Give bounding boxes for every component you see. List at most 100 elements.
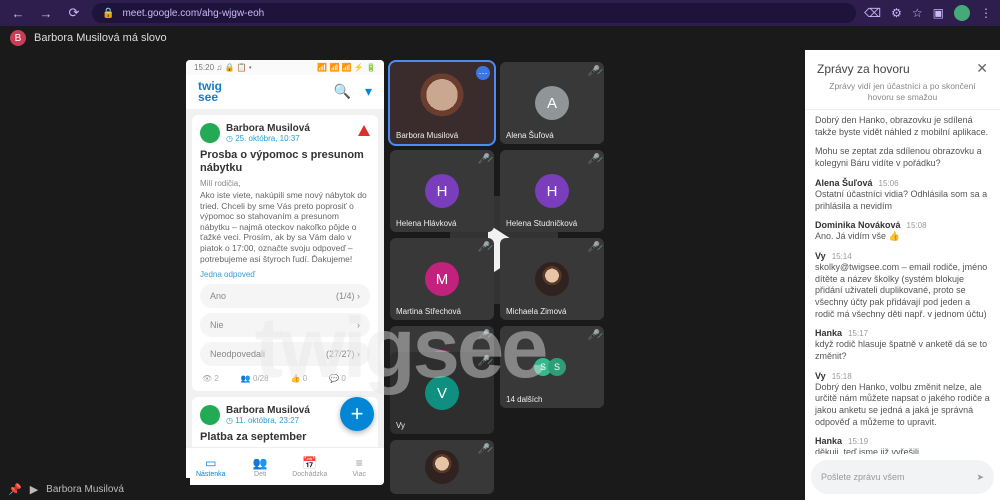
more-icon[interactable]: ⋯	[476, 66, 490, 80]
msg-time: 15:14	[832, 252, 852, 261]
participant-tile[interactable]: 🎤̷ Michaela Zimová	[500, 238, 604, 320]
close-icon[interactable]: ✕	[976, 60, 988, 77]
poll-option-no[interactable]: Nie›	[200, 313, 370, 337]
tile-label: Helena Hlávková	[396, 219, 456, 228]
tile-label: Michaela Zimová	[506, 307, 566, 316]
post-title: Prosba o výpomoc s presunom nábytku	[200, 149, 370, 175]
participant-tile[interactable]: ⋯Barbora Musilová	[390, 62, 494, 144]
comments-icon: 💬 0	[329, 374, 346, 383]
chat-input[interactable]: Pošlete zprávu všem ➤	[811, 460, 994, 494]
msg-time: 15:08	[907, 221, 927, 230]
post-body: Ako iste viete, nakúpili sme nový nábyto…	[200, 190, 370, 264]
phone-status-right: 📶 📶 📶 ⚡ 🔋	[317, 63, 376, 72]
present-icon[interactable]: ▣	[933, 6, 944, 20]
participant-tile[interactable]: 🎤̷	[390, 440, 494, 494]
reload-icon[interactable]: ⟳	[64, 3, 84, 23]
bookmark-icon[interactable]: ☆	[912, 6, 923, 20]
chat-message: Vy 15:14skolky@twigsee.com – email rodiče…	[815, 251, 990, 320]
self-tile[interactable]: V Vy 🎤̷	[390, 352, 494, 434]
participant-tile[interactable]: H🎤̷Helena Studničková	[500, 150, 604, 232]
browser-bar: ← → ⟳ 🔒 meet.google.com/ahg-wjgw-eoh ⌫ ⚙…	[0, 0, 1000, 26]
tile-label: Alena Šuľová	[506, 131, 554, 140]
mic-muted-icon: 🎤̷	[478, 154, 490, 165]
profile-avatar[interactable]	[954, 5, 970, 21]
chat-panel: Zprávy za hovoru ✕ Zprávy vidí jen účast…	[805, 50, 1000, 500]
chat-messages: Dobrý den Hanko, obrazovku je sdílená ta…	[805, 110, 1000, 454]
chat-message: Mohu se zeptat zda sdílenou obrazovku a …	[815, 146, 990, 169]
mic-muted-icon: 🎤̷	[588, 154, 600, 165]
menu-icon[interactable]: ⋮	[980, 6, 992, 20]
msg-author: Vy	[815, 251, 826, 261]
post-card[interactable]: Barbora Musilová ◷ 25. októbra, 10:37 Pr…	[192, 115, 378, 392]
filter-icon[interactable]: ▾	[365, 83, 372, 100]
msg-author: Vy	[815, 371, 826, 381]
msg-body: Ostatní účastníci vidia? Odhlásila som s…	[815, 189, 990, 212]
participant-tile[interactable]: SS🎤̷14 dalších	[500, 326, 604, 408]
msg-time: 15:18	[832, 372, 852, 381]
chat-message: Vy15:18Dobrý den Hanko, volbu změnit nel…	[815, 371, 990, 429]
extensions-icon[interactable]: ⚙	[891, 6, 902, 20]
mic-muted-icon: 🎤̷	[478, 356, 490, 367]
bottom-tabs: ▭Nástenka 👥Deti 📅Dochádzka ≡Viac	[186, 447, 384, 485]
people-icon: 👥 0/28	[241, 374, 269, 383]
back-icon[interactable]: ←	[8, 3, 28, 23]
participant-tile[interactable]: A 🎤̷ Alena Šuľová	[500, 62, 604, 144]
mic-muted-icon: 🎤̷	[478, 444, 490, 455]
search-icon[interactable]: 🔍	[334, 83, 351, 100]
tab-dochadzka[interactable]: 📅Dochádzka	[285, 448, 335, 485]
poll-option-yes[interactable]: Ano(1/4) ›	[200, 284, 370, 308]
chat-notice: Zprávy vidí jen účastníci a po skončení …	[805, 81, 1000, 110]
browser-actions: ⌫ ⚙ ☆ ▣ ⋮	[864, 5, 992, 21]
phone-status-left: 15:20 ♫ 🔒 📋 •	[194, 63, 252, 72]
app-logo: twigsee	[198, 81, 222, 103]
url-bar[interactable]: 🔒 meet.google.com/ahg-wjgw-eoh	[92, 3, 856, 23]
chat-message: Hanka15:19děkuji, teď jsme již vyřešili	[815, 436, 990, 454]
forward-icon[interactable]: →	[36, 3, 56, 23]
participant-avatar: H	[535, 174, 569, 208]
present-icon[interactable]: ▶	[30, 483, 38, 496]
author-avatar	[200, 405, 220, 425]
shared-screen-phone: 15:20 ♫ 🔒 📋 • 📶 📶 📶 ⚡ 🔋 twigsee 🔍 ▾	[186, 60, 384, 485]
tab-nastenka[interactable]: ▭Nástenka	[186, 448, 236, 485]
mic-muted-icon: 🎤̷	[588, 66, 600, 77]
reply-link[interactable]: Jedna odpoveď	[200, 270, 370, 279]
msg-time: 15:06	[879, 179, 899, 188]
tab-deti[interactable]: 👥Deti	[236, 448, 286, 485]
mic-muted-icon: 🎤̷	[588, 242, 600, 253]
likes-icon: 👍 0	[291, 374, 308, 383]
post-title: Platba za september	[200, 431, 370, 444]
msg-author: Hanka	[815, 328, 842, 338]
speaking-banner: B Barbora Musilová má slovo	[0, 26, 1000, 50]
tile-label: Vy	[396, 421, 405, 430]
mic-muted-icon: 🎤̷	[478, 242, 490, 253]
send-icon[interactable]: ➤	[976, 472, 984, 483]
participant-tile[interactable]: M🎤̷Martina Střechová	[390, 238, 494, 320]
alert-icon	[358, 125, 370, 136]
overflow-avatars: SS	[538, 358, 566, 376]
url-text: meet.google.com/ahg-wjgw-eoh	[122, 8, 264, 19]
stage: 15:20 ♫ 🔒 📋 • 📶 📶 📶 ⚡ 🔋 twigsee 🔍 ▾	[0, 50, 805, 500]
chat-placeholder: Pošlete zprávu všem	[821, 472, 905, 482]
participant-photo	[425, 450, 459, 484]
msg-body: skolky@twigsee.com – email rodiče, jméno…	[815, 262, 990, 320]
author-name: Barbora Musilová	[226, 405, 310, 416]
msg-body: Mohu se zeptat zda sdílenou obrazovku a …	[815, 146, 990, 169]
msg-body: když rodič hlasuje špatně v anketě dá se…	[815, 339, 990, 362]
chat-message: Dobrý den Hanko, obrazovku je sdílená ta…	[815, 115, 990, 138]
participant-avatar: A	[535, 86, 569, 120]
lock-icon: 🔒	[102, 8, 114, 19]
tile-label: Martina Střechová	[396, 307, 461, 316]
new-post-button[interactable]: +	[340, 397, 374, 431]
tile-label: 14 dalších	[506, 395, 542, 404]
pin-icon[interactable]: 📌	[8, 483, 22, 496]
chat-message: Alena Šuľová15:06Ostatní účastníci vidia…	[815, 178, 990, 212]
footer-presenter: Barbora Musilová	[46, 484, 124, 495]
tab-viac[interactable]: ≡Viac	[335, 448, 385, 485]
translate-icon[interactable]: ⌫	[864, 6, 881, 20]
poll-option-noanswer[interactable]: Neodpovedali(27/27) ›	[200, 342, 370, 366]
chat-title: Zprávy za hovoru	[817, 62, 910, 76]
chat-message: Hanka15:17když rodič hlasuje špatně v an…	[815, 328, 990, 362]
author-name: Barbora Musilová	[226, 123, 310, 134]
participant-tile[interactable]: H🎤̷Helena Hlávková	[390, 150, 494, 232]
msg-body: děkuji, teď jsme již vyřešili	[815, 447, 990, 454]
